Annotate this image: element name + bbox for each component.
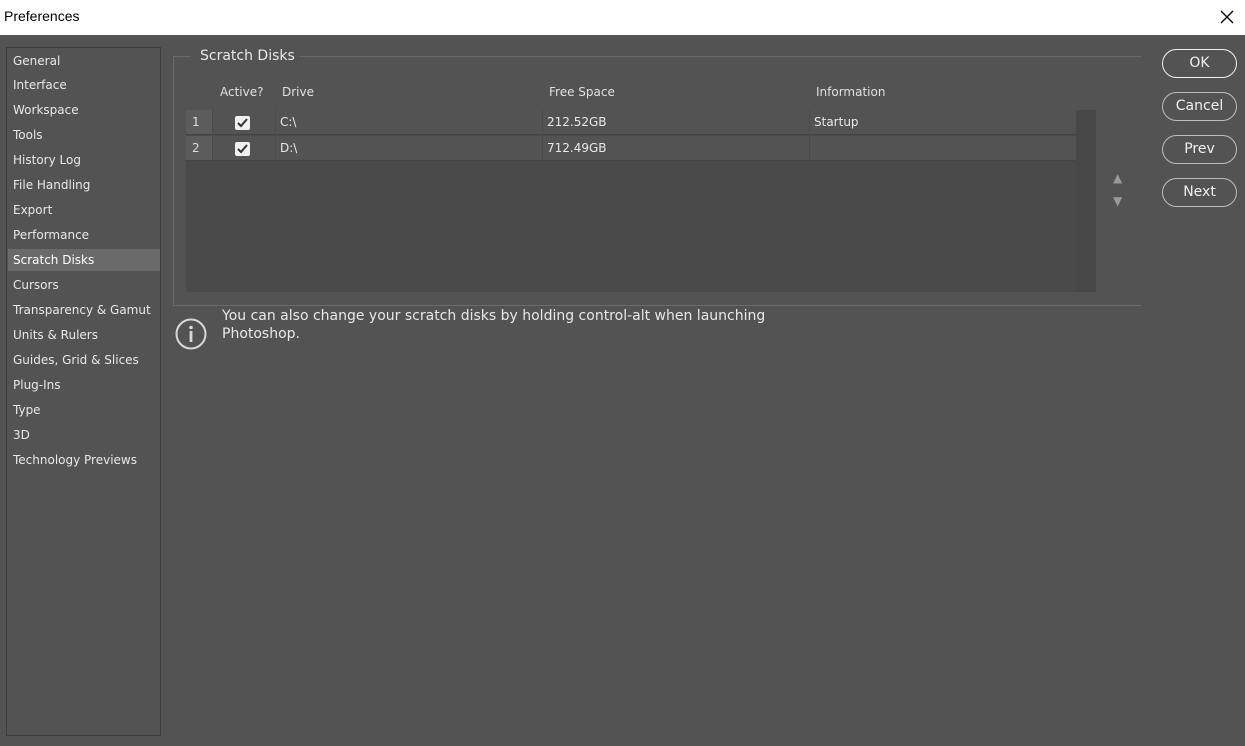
active-cell xyxy=(213,110,275,135)
sidebar-item-tools[interactable]: Tools xyxy=(8,124,160,146)
sidebar-item-scratch-disks[interactable]: Scratch Disks xyxy=(8,249,160,271)
sidebar-item-units-rulers[interactable]: Units & Rulers xyxy=(8,324,160,346)
table-scrollbar[interactable] xyxy=(1076,110,1096,292)
group-border xyxy=(300,56,1141,57)
checkmark-icon xyxy=(237,118,248,128)
column-header-information: Information xyxy=(816,85,886,99)
sidebar-item-general[interactable]: General xyxy=(8,50,160,72)
sidebar-item-plug-ins[interactable]: Plug-Ins xyxy=(8,374,160,396)
move-down-icon[interactable]: ▼ xyxy=(1113,194,1122,208)
window-title: Preferences xyxy=(4,8,80,24)
group-title: Scratch Disks xyxy=(200,48,295,64)
title-bar: Preferences xyxy=(0,0,1245,35)
sidebar-item-transparency-gamut[interactable]: Transparency & Gamut xyxy=(8,299,160,321)
preferences-sidebar: General Interface Workspace Tools Histor… xyxy=(6,47,161,736)
table-row[interactable]: 2 D:\ 712.49GB xyxy=(186,136,1076,162)
sidebar-item-interface[interactable]: Interface xyxy=(8,74,160,96)
active-cell xyxy=(213,136,275,161)
sidebar-item-technology-previews[interactable]: Technology Previews xyxy=(8,449,160,471)
column-header-active: Active? xyxy=(220,85,264,99)
free-space-cell: 212.52GB xyxy=(543,110,809,135)
information-cell: Startup xyxy=(810,110,1076,135)
close-icon xyxy=(1220,10,1234,24)
row-number: 1 xyxy=(186,110,212,135)
column-header-drive: Drive xyxy=(282,85,314,99)
group-border xyxy=(173,56,191,57)
sidebar-item-export[interactable]: Export xyxy=(8,199,160,221)
sidebar-item-cursors[interactable]: Cursors xyxy=(8,274,160,296)
group-border xyxy=(173,305,1141,306)
cancel-button[interactable]: Cancel xyxy=(1162,92,1237,121)
sidebar-item-file-handling[interactable]: File Handling xyxy=(8,174,160,196)
next-button[interactable]: Next xyxy=(1162,178,1237,207)
checkmark-icon xyxy=(237,144,248,154)
ok-button[interactable]: OK xyxy=(1162,49,1237,78)
table-row[interactable]: 1 C:\ 212.52GB Startup xyxy=(186,110,1076,136)
move-up-icon[interactable]: ▲ xyxy=(1113,171,1122,185)
sidebar-item-performance[interactable]: Performance xyxy=(8,224,160,246)
sidebar-item-3d[interactable]: 3D xyxy=(8,424,160,446)
sidebar-item-type[interactable]: Type xyxy=(8,399,160,421)
info-note: You can also change your scratch disks b… xyxy=(222,308,766,342)
group-border xyxy=(173,56,174,306)
sidebar-item-guides-grid-slices[interactable]: Guides, Grid & Slices xyxy=(8,349,160,371)
close-button[interactable] xyxy=(1211,0,1245,35)
scratch-disks-table: 1 C:\ 212.52GB Startup 2 D:\ 712.49GB xyxy=(186,110,1096,292)
info-icon xyxy=(175,318,207,350)
prev-button[interactable]: Prev xyxy=(1162,135,1237,164)
row-number: 2 xyxy=(186,136,212,161)
active-checkbox[interactable] xyxy=(235,116,250,130)
drive-cell: D:\ xyxy=(276,136,542,161)
sidebar-item-history-log[interactable]: History Log xyxy=(8,149,160,171)
sidebar-item-workspace[interactable]: Workspace xyxy=(8,99,160,121)
information-cell xyxy=(810,136,1076,161)
free-space-cell: 712.49GB xyxy=(543,136,809,161)
active-checkbox[interactable] xyxy=(235,142,250,156)
column-header-free-space: Free Space xyxy=(549,85,615,99)
drive-cell: C:\ xyxy=(276,110,542,135)
